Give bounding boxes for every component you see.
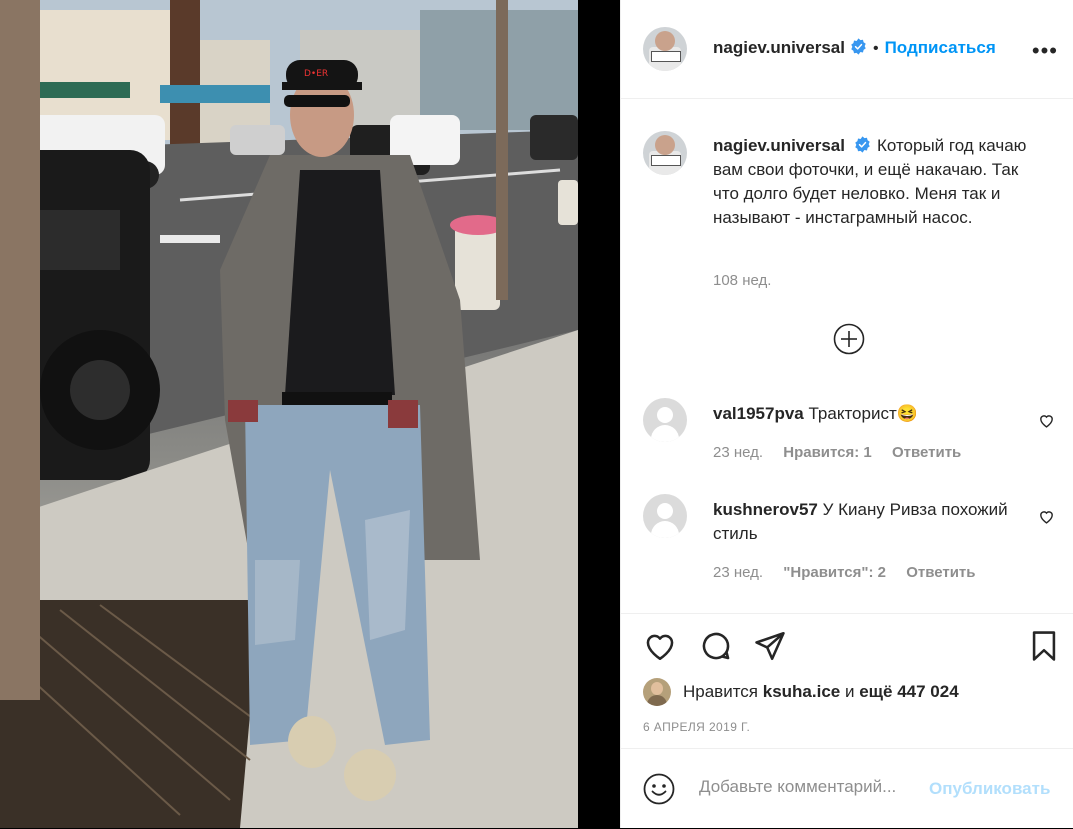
likes-text: Нравится ksuha.ice и ещё 447 024 xyxy=(683,682,959,702)
header-line: nagiev.universal • Подписаться xyxy=(713,38,996,58)
caption-avatar[interactable] xyxy=(643,131,687,175)
circle-plus-icon[interactable] xyxy=(833,323,865,355)
heart-icon[interactable] xyxy=(1038,508,1055,525)
like-heart-icon[interactable] xyxy=(643,629,677,663)
svg-text:D•ER: D•ER xyxy=(304,69,328,79)
comment-item: val1957pva Тракторист😆 23 нед. Нравится:… xyxy=(643,398,1063,468)
post-header: nagiev.universal • Подписаться ••• xyxy=(621,0,1073,99)
likes-conj: и xyxy=(844,682,855,701)
comment-text: Тракторист😆 xyxy=(808,404,918,423)
reply-button[interactable]: Ответить xyxy=(892,444,961,461)
more-options-icon[interactable]: ••• xyxy=(1032,38,1058,64)
comment-likes[interactable]: Нравится: 1 xyxy=(783,444,872,461)
post-date[interactable]: 6 АПРЕЛЯ 2019 Г. xyxy=(643,720,750,734)
liker-username[interactable]: ksuha.ice xyxy=(763,682,841,701)
add-comment-bar: Опубликовать xyxy=(621,748,1073,829)
share-direct-icon[interactable] xyxy=(753,629,787,663)
author-avatar[interactable] xyxy=(643,27,687,71)
verified-badge-icon xyxy=(851,38,866,55)
comment-username[interactable]: kushnerov57 xyxy=(713,500,818,519)
post-caption: nagiev.universal Который год качаю вам с… xyxy=(713,134,1043,230)
actions-divider xyxy=(621,613,1073,615)
comment-avatar[interactable] xyxy=(643,494,687,538)
comment-body: val1957pva Тракторист😆 xyxy=(713,402,1013,426)
post-side-panel: nagiev.universal • Подписаться ••• nagiev… xyxy=(620,0,1073,828)
post-dialog: D•ER nagiev.universal • Подписаться ••• … xyxy=(0,0,1073,828)
heart-icon[interactable] xyxy=(1038,412,1055,429)
comment-username[interactable]: val1957pva xyxy=(713,404,804,423)
comment-age[interactable]: 23 нед. xyxy=(713,444,763,461)
comment-input[interactable] xyxy=(699,777,929,797)
comment-avatar[interactable] xyxy=(643,398,687,442)
verified-badge-icon xyxy=(855,136,870,153)
comment-meta: 23 нед. "Нравится": 2 Ответить xyxy=(713,564,992,581)
author-username[interactable]: nagiev.universal xyxy=(713,38,845,57)
likes-prefix: Нравится xyxy=(683,682,759,701)
bookmark-icon[interactable] xyxy=(1027,629,1061,663)
post-photo[interactable]: D•ER xyxy=(0,0,578,828)
emoji-icon[interactable] xyxy=(643,773,675,805)
reply-button[interactable]: Ответить xyxy=(906,564,975,581)
street-photo-illustration: D•ER xyxy=(0,0,578,828)
follow-button[interactable]: Подписаться xyxy=(885,38,996,57)
caption-age[interactable]: 108 нед. xyxy=(713,272,771,289)
comment-body: kushnerov57 У Киану Ривза похожий стиль xyxy=(713,498,1013,546)
publish-button[interactable]: Опубликовать xyxy=(929,779,1050,799)
comment-item: kushnerov57 У Киану Ривза похожий стиль … xyxy=(643,494,1063,586)
caption-username[interactable]: nagiev.universal xyxy=(713,136,845,155)
likes-count[interactable]: ещё 447 024 xyxy=(859,682,958,701)
comment-age[interactable]: 23 нед. xyxy=(713,564,763,581)
liker-avatar[interactable] xyxy=(643,678,671,706)
comment-bubble-icon[interactable] xyxy=(699,629,733,663)
separator-dot: • xyxy=(872,40,879,57)
comment-meta: 23 нед. Нравится: 1 Ответить xyxy=(713,444,977,461)
comment-likes[interactable]: "Нравится": 2 xyxy=(783,564,886,581)
